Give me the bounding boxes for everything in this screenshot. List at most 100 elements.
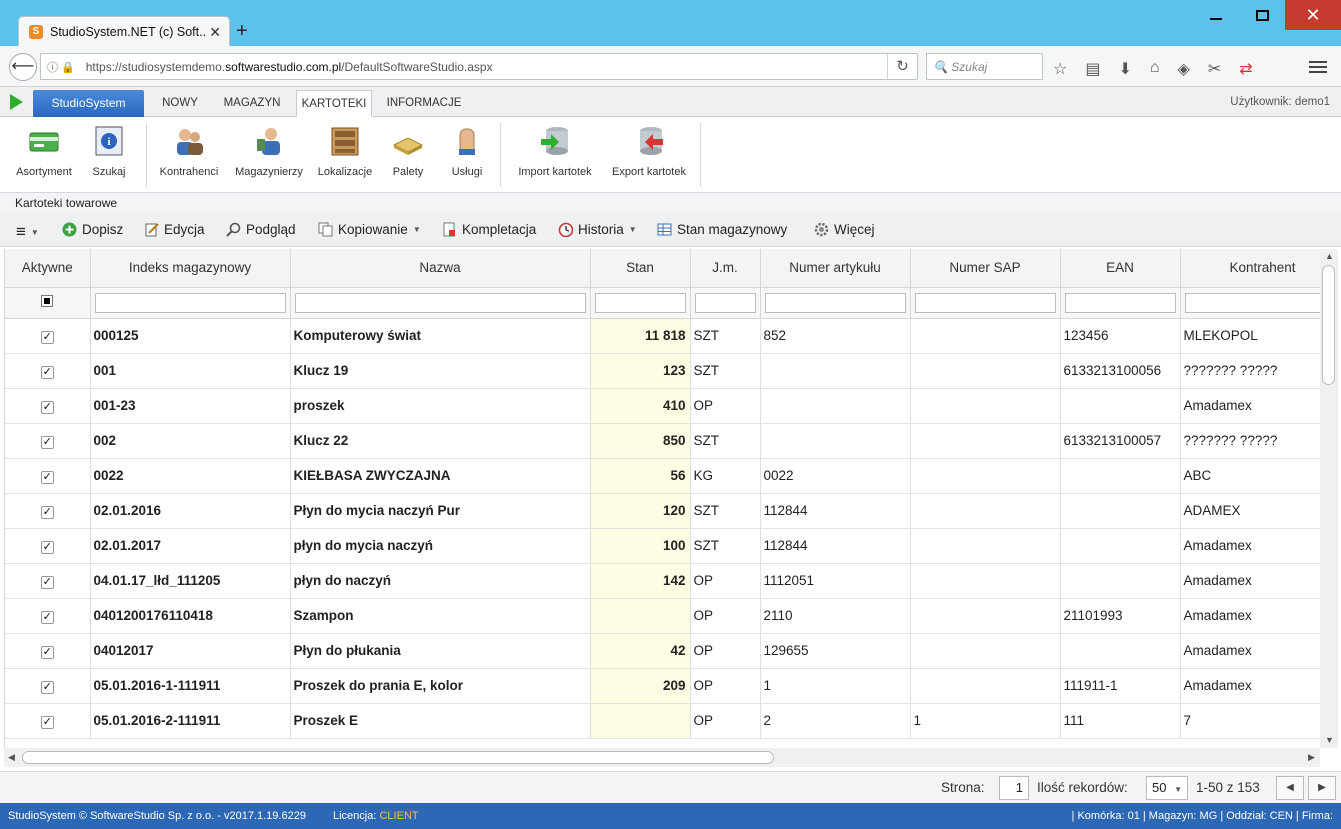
stan-cell[interactable]: 142 xyxy=(590,563,691,599)
numer-sap-cell[interactable] xyxy=(910,353,1061,389)
kompletacja-button[interactable]: Kompletacja xyxy=(442,222,536,237)
active-checkbox[interactable]: ✓ xyxy=(40,680,54,694)
uslugi-button[interactable]: Usługi xyxy=(446,125,488,178)
records-select[interactable]: 50 ▼ xyxy=(1146,776,1188,800)
filter-active-checkbox[interactable] xyxy=(41,295,54,307)
active-cell[interactable]: ✓ xyxy=(5,388,91,424)
ean-cell[interactable]: 123456 xyxy=(1060,318,1181,354)
indeks-cell[interactable]: 002 xyxy=(90,423,291,459)
indeks-cell[interactable]: 001 xyxy=(90,353,291,389)
play-icon[interactable] xyxy=(10,94,23,110)
stan-cell[interactable]: 209 xyxy=(590,668,691,704)
vertical-scroll-thumb[interactable] xyxy=(1322,265,1335,385)
numer-artykulu-cell[interactable] xyxy=(760,388,911,424)
table-row[interactable]: ✓ 02.01.2016 Płyn do mycia naczyń Pur 120 SZ… xyxy=(5,493,1320,529)
table-row[interactable]: ✓ 0022 KIEŁBASA ZWYCZAJNA 56 KG 0022 ABC xyxy=(5,458,1320,494)
palety-button[interactable]: Palety xyxy=(388,125,428,178)
ean-cell[interactable] xyxy=(1060,528,1181,564)
table-row[interactable]: ✓ 0401200176110418 Szampon OP 2110 21101993 Am… xyxy=(5,598,1320,634)
jm-cell[interactable]: OP xyxy=(690,563,761,599)
numer-artykulu-cell[interactable]: 112844 xyxy=(760,493,911,529)
stan-cell[interactable]: 850 xyxy=(590,423,691,459)
indeks-cell[interactable]: 02.01.2016 xyxy=(90,493,291,529)
scroll-left-icon[interactable]: ◀ xyxy=(8,752,15,763)
horizontal-scrollbar[interactable]: ◀ ▶ xyxy=(4,748,1320,767)
back-button[interactable]: ⟵ xyxy=(9,53,37,81)
kontrahent-cell[interactable]: ??????? ????? xyxy=(1180,423,1320,459)
maximize-button[interactable] xyxy=(1239,0,1285,30)
nazwa-cell[interactable]: Klucz 22 xyxy=(290,423,591,459)
numer-sap-cell[interactable] xyxy=(910,598,1061,634)
indeks-cell[interactable]: 05.01.2016-1-111911 xyxy=(90,668,291,704)
new-tab-button[interactable]: + xyxy=(236,19,248,43)
numer-sap-cell[interactable] xyxy=(910,563,1061,599)
table-row[interactable]: ✓ 05.01.2016-1-111911 Proszek do prania E,… xyxy=(5,668,1320,704)
ean-cell[interactable]: 111911-1 xyxy=(1060,668,1181,704)
tab-kartoteki[interactable]: KARTOTEKI xyxy=(296,90,372,117)
pocket-icon[interactable]: ◈ xyxy=(1178,59,1190,79)
szukaj-button[interactable]: i Szukaj xyxy=(86,125,132,178)
stan-cell[interactable] xyxy=(590,703,691,739)
table-row[interactable]: ✓ 05.01.2016-2-111911 Proszek E OP 2 1 111 7 xyxy=(5,703,1320,739)
stan-cell[interactable]: 100 xyxy=(590,528,691,564)
numer-sap-cell[interactable] xyxy=(910,528,1061,564)
kontrahent-cell[interactable]: ??????? ????? xyxy=(1180,353,1320,389)
table-row[interactable]: ✓ 02.01.2017 płyn do mycia naczyń 100 SZT 112… xyxy=(5,528,1320,564)
col-aktywne[interactable]: Aktywne xyxy=(5,249,91,288)
minimize-button[interactable] xyxy=(1193,0,1239,30)
active-checkbox[interactable]: ✓ xyxy=(40,365,54,379)
jm-cell[interactable]: SZT xyxy=(690,493,761,529)
kontrahent-cell[interactable]: ADAMEX xyxy=(1180,493,1320,529)
ean-cell[interactable]: 6133213100057 xyxy=(1060,423,1181,459)
podglad-button[interactable]: Podgląd xyxy=(226,222,296,237)
numer-artykulu-cell[interactable]: 2110 xyxy=(760,598,911,634)
col-kontrahent[interactable]: Kontrahent xyxy=(1180,249,1320,288)
kontrahent-cell[interactable]: MLEKOPOL xyxy=(1180,318,1320,354)
active-cell[interactable]: ✓ xyxy=(5,318,91,354)
indeks-cell[interactable]: 05.01.2016-2-111911 xyxy=(90,703,291,739)
active-checkbox[interactable]: ✓ xyxy=(40,330,54,344)
ean-cell[interactable] xyxy=(1060,493,1181,529)
vertical-scrollbar[interactable]: ▲ ▼ xyxy=(1320,249,1338,748)
nazwa-cell[interactable]: Klucz 19 xyxy=(290,353,591,389)
table-row[interactable]: ✓ 04.01.17_lłd_111205 płyn do naczyń 142 OP 1… xyxy=(5,563,1320,599)
active-cell[interactable]: ✓ xyxy=(5,353,91,389)
ean-cell[interactable]: 111 xyxy=(1060,703,1181,739)
numer-sap-cell[interactable] xyxy=(910,668,1061,704)
numer-sap-cell[interactable] xyxy=(910,318,1061,354)
active-cell[interactable]: ✓ xyxy=(5,598,91,634)
filter-aktywne[interactable] xyxy=(5,287,91,319)
search-input[interactable]: 🔍 Szukaj xyxy=(926,53,1043,80)
edycja-button[interactable]: Edycja xyxy=(144,222,205,237)
nazwa-cell[interactable]: Szampon xyxy=(290,598,591,634)
lokalizacje-button[interactable]: Lokalizacje xyxy=(314,125,376,178)
jm-cell[interactable]: SZT xyxy=(690,318,761,354)
nazwa-cell[interactable]: Płyn do płukania xyxy=(290,633,591,669)
ean-cell[interactable] xyxy=(1060,388,1181,424)
indeks-cell[interactable]: 04012017 xyxy=(90,633,291,669)
indeks-cell[interactable]: 0401200176110418 xyxy=(90,598,291,634)
home-icon[interactable]: ⌂ xyxy=(1150,59,1160,79)
numer-sap-cell[interactable] xyxy=(910,423,1061,459)
nazwa-cell[interactable]: płyn do mycia naczyń xyxy=(290,528,591,564)
stan-magazynowy-button[interactable]: Stan magazynowy xyxy=(657,222,787,237)
ean-cell[interactable]: 21101993 xyxy=(1060,598,1181,634)
jm-cell[interactable]: OP xyxy=(690,388,761,424)
filter-numer-artykulu-input[interactable] xyxy=(764,292,906,313)
wiecej-button[interactable]: Więcej xyxy=(814,222,875,237)
site-info-icon[interactable]: ⓘ🔒 xyxy=(47,59,78,75)
jm-cell[interactable]: OP xyxy=(690,598,761,634)
kontrahent-cell[interactable]: Amadamex xyxy=(1180,633,1320,669)
table-row[interactable]: ✓ 001-23 proszek 410 OP Amadamex xyxy=(5,388,1320,424)
asortyment-button[interactable]: Asortyment xyxy=(12,125,76,178)
filter-ean-input[interactable] xyxy=(1064,292,1176,313)
jm-cell[interactable]: KG xyxy=(690,458,761,494)
numer-artykulu-cell[interactable]: 112844 xyxy=(760,528,911,564)
bookmark-star-icon[interactable]: ☆ xyxy=(1053,59,1067,79)
table-row[interactable]: ✓ 002 Klucz 22 850 SZT 6133213100057??????? ?… xyxy=(5,423,1320,459)
filter-jm-input[interactable] xyxy=(694,292,756,313)
active-cell[interactable]: ✓ xyxy=(5,528,91,564)
reload-icon[interactable]: ↻ xyxy=(887,54,917,79)
table-row[interactable]: ✓ 000125 Komputerowy świat 11 818 SZT 852 1234… xyxy=(5,318,1320,354)
stan-cell[interactable]: 56 xyxy=(590,458,691,494)
